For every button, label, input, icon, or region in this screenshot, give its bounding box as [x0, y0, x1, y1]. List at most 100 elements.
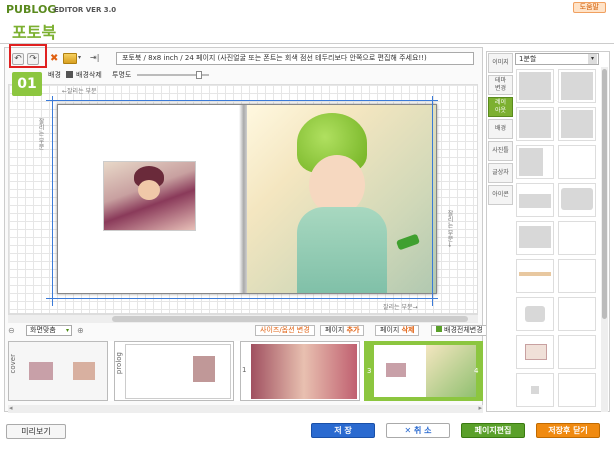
- opacity-label: 투명도: [112, 71, 132, 79]
- cut-label-left: 잘리는 부분: [37, 118, 44, 150]
- layout-item[interactable]: [558, 183, 596, 217]
- layout-item[interactable]: [516, 297, 554, 331]
- instruction-bar: 포토북 / 8x8 inch / 24 페이지 (사진얼굴 또는 폰트는 회색 …: [116, 52, 474, 65]
- chevron-down-icon[interactable]: ▾: [78, 54, 81, 61]
- background-delete-button[interactable]: 배경삭제: [76, 70, 102, 80]
- layout-item[interactable]: [558, 335, 596, 369]
- layout-item[interactable]: [516, 145, 554, 179]
- zoom-value: 화면맞춤: [30, 326, 56, 334]
- cancel-button[interactable]: ✕ 취 소: [386, 423, 450, 438]
- photo-face: [138, 180, 160, 200]
- guide-bottom: [46, 298, 438, 299]
- thumbnail-label: 3: [367, 367, 372, 375]
- thumbnail-label: prolog: [115, 352, 123, 375]
- app-logo: PUBLOG: [6, 3, 57, 16]
- page-add-prefix: 페이지: [325, 326, 345, 334]
- size-option-button[interactable]: 사이즈/옵션 변경: [255, 325, 315, 336]
- left-page[interactable]: [58, 105, 247, 293]
- full-background-change-button[interactable]: 배경전체변경: [431, 325, 488, 336]
- step-badge: 01: [12, 72, 42, 96]
- thumbnail-label: cover: [9, 354, 17, 374]
- layout-item[interactable]: [558, 373, 596, 407]
- chevron-down-icon: ▾: [588, 54, 597, 64]
- arrow-left-icon[interactable]: ◂: [9, 404, 13, 412]
- page-title: 포토북: [12, 23, 57, 42]
- layout-item[interactable]: [516, 107, 554, 141]
- page-delete-button[interactable]: 페이지 삭제: [375, 325, 420, 336]
- photo-small[interactable]: [103, 161, 196, 231]
- background-label[interactable]: 배경: [48, 70, 61, 80]
- save-and-close-button[interactable]: 저장후 닫기: [536, 423, 600, 438]
- thumbnail-photo: [251, 344, 357, 399]
- layout-item[interactable]: [516, 221, 554, 255]
- thumbnail-strip: cover prolog 1 3 4: [8, 341, 483, 401]
- cut-label-right: 잘리는 부분→: [446, 210, 453, 247]
- tab-image[interactable]: 이미지: [488, 53, 513, 73]
- thumbnail-page-1[interactable]: 1: [240, 341, 360, 401]
- full-background-change-label: 배경전체변경: [444, 326, 483, 334]
- layout-item[interactable]: [516, 259, 554, 293]
- layout-scrollbar-thumb[interactable]: [602, 69, 607, 319]
- tab-icon[interactable]: 아이콘: [488, 185, 513, 205]
- header-divider: [0, 43, 614, 44]
- thumbnail-label: 4: [474, 367, 479, 375]
- guide-left: [52, 96, 53, 306]
- layout-item[interactable]: [558, 107, 596, 141]
- layout-item[interactable]: [516, 183, 554, 217]
- thumbnail-photo: [29, 362, 53, 380]
- help-button[interactable]: 도움말: [572, 2, 606, 13]
- layout-item[interactable]: [558, 221, 596, 255]
- page-delete-label: 삭제: [401, 326, 415, 334]
- preview-button[interactable]: 미리보기: [6, 424, 66, 439]
- opacity-slider-handle[interactable]: [196, 71, 202, 79]
- tab-theme-change[interactable]: 테마 변경: [488, 75, 513, 95]
- tab-photo-frame[interactable]: 사진틀: [488, 141, 513, 161]
- page-edit-button[interactable]: 페이지편집: [461, 423, 525, 438]
- align-icon[interactable]: ⇥|: [90, 53, 104, 64]
- canvas-scrollbar-thumb[interactable]: [112, 316, 468, 322]
- canvas-scrollbar[interactable]: [8, 314, 478, 323]
- thumbnail-prolog[interactable]: prolog: [114, 341, 234, 401]
- layout-scrollbar[interactable]: [601, 67, 608, 412]
- layout-item[interactable]: [558, 297, 596, 331]
- zoom-select[interactable]: 화면맞춤 ▾: [26, 325, 72, 336]
- guide-right: [432, 96, 433, 306]
- chevron-down-icon: ▾: [65, 327, 69, 334]
- layout-item[interactable]: [558, 145, 596, 179]
- tab-text-box[interactable]: 글상자: [488, 163, 513, 183]
- save-button[interactable]: 저 장: [311, 423, 375, 438]
- photobook-spread[interactable]: [57, 104, 437, 294]
- layout-item[interactable]: [516, 335, 554, 369]
- layout-count-select[interactable]: 1분할 ▾: [515, 53, 599, 65]
- layout-item[interactable]: [558, 69, 596, 103]
- thumbnail-photo: [426, 345, 476, 397]
- tab-layout[interactable]: 레이 아웃: [488, 97, 513, 117]
- arrow-right-icon[interactable]: ▸: [478, 404, 482, 412]
- layout-item[interactable]: [558, 259, 596, 293]
- photo-shirt: [297, 207, 387, 293]
- page-add-button[interactable]: 페이지 추가: [320, 325, 365, 336]
- zoom-in-icon[interactable]: ⊕: [77, 326, 84, 335]
- thumbnail-photo: [73, 362, 95, 380]
- layout-count-value: 1분할: [519, 55, 537, 63]
- thumbnail-photo: [193, 356, 215, 382]
- right-page[interactable]: [247, 105, 436, 293]
- thumbnail-cover[interactable]: cover: [8, 341, 108, 401]
- thumbnail-scrollbar[interactable]: ◂ ▸: [8, 404, 483, 413]
- layer-icon[interactable]: [63, 53, 77, 64]
- photo-toy: [395, 233, 421, 251]
- thumbnail-page-3-4-selected[interactable]: 3 4: [364, 341, 483, 401]
- layout-list: [514, 67, 600, 412]
- page-delete-prefix: 페이지: [380, 326, 400, 334]
- layout-item[interactable]: [516, 373, 554, 407]
- guide-top: [46, 100, 438, 101]
- highlight-box: [9, 44, 47, 68]
- cut-label-bottom: 잘리는 부분→: [383, 304, 418, 311]
- background-delete-icon: [66, 71, 73, 78]
- layout-item[interactable]: [516, 69, 554, 103]
- photo-face-large: [309, 155, 365, 215]
- thumbnail-label: 1: [242, 366, 247, 374]
- zoom-out-icon[interactable]: ⊖: [8, 326, 15, 335]
- tab-background[interactable]: 배경: [488, 119, 513, 139]
- delete-icon[interactable]: ✖: [50, 53, 58, 64]
